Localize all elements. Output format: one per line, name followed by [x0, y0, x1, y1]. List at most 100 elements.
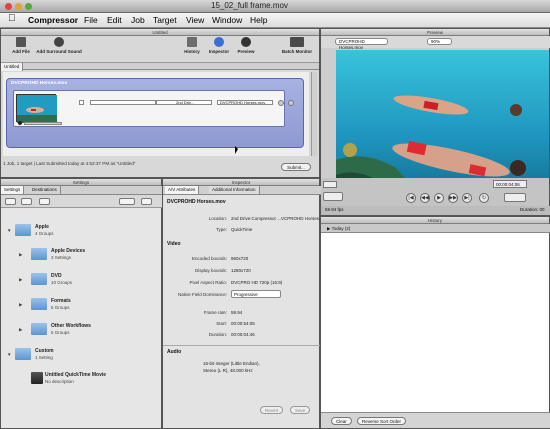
preview-button[interactable]: Preview — [230, 37, 262, 61]
encoded-bounds-value: 960x720 — [231, 256, 249, 261]
next-frame-icon[interactable]: ▶▶ — [448, 193, 458, 203]
field-dominance-select[interactable]: Progressive — [231, 290, 281, 298]
target-checkbox[interactable] — [79, 100, 84, 105]
target-row[interactable]: 2nd Driv... DVCPROHD Horses.mov — [13, 90, 294, 127]
menu-job[interactable]: Job — [131, 15, 145, 25]
loop-icon[interactable]: ↻ — [479, 193, 489, 203]
tab-untitled[interactable]: Untitled — [1, 63, 24, 71]
target-setting[interactable]: DVCPROHD Horses.mov — [217, 100, 273, 105]
reverse-sort-order-button[interactable]: Reverse Sort Order — [357, 417, 407, 425]
clear-button[interactable]: Clear — [331, 417, 352, 425]
field-dominance-label: Native Field Dominance: — [177, 292, 227, 297]
batch-monitor-button[interactable]: Batch Monitor — [277, 37, 317, 61]
type-label: Type: — [215, 227, 227, 232]
menu-help[interactable]: Help — [250, 15, 267, 25]
history-group-label: Today (2) — [331, 226, 351, 231]
group-count: 1 Setting — [35, 355, 53, 360]
divider — [163, 345, 321, 346]
apple-menu-icon[interactable]:  — [8, 13, 16, 24]
location-label: Location: — [208, 216, 227, 221]
add-setting-icon[interactable] — [5, 198, 16, 205]
batch-monitor-icon — [290, 37, 304, 47]
out-point-timecode[interactable]: 00:00:04:06 — [493, 180, 527, 188]
go-to-end-icon[interactable]: ▶| — [462, 193, 472, 203]
settings-group-custom[interactable]: ▼ Custom 1 Setting — [7, 345, 157, 367]
settings-group-apple-devices[interactable]: ▶ Apple Devices 3 Settings — [19, 245, 169, 267]
inspector-window-title: Inspector — [163, 179, 319, 186]
location-value: 2nd Drive:Compressor ...VCPROHD Horses.m… — [231, 216, 329, 221]
disclosure-closed-icon[interactable]: ▶ — [19, 327, 22, 333]
menu-window[interactable]: Window — [212, 15, 242, 25]
menu-edit[interactable]: Edit — [107, 15, 122, 25]
folder-icon — [31, 323, 47, 335]
menu-file[interactable]: File — [84, 15, 98, 25]
remove-setting-icon[interactable] — [39, 198, 50, 205]
history-label: History — [184, 49, 200, 54]
settings-group-formats[interactable]: ▶ Formats 5 Groups — [19, 295, 169, 317]
batch-window-title: Untitled — [1, 29, 319, 36]
disclosure-open-icon[interactable]: ▼ — [7, 352, 11, 357]
target-add-icon[interactable] — [288, 100, 294, 106]
video-section-heading: Video — [167, 241, 181, 247]
preview-zoom-select[interactable]: 90% — [427, 38, 452, 45]
play-icon[interactable]: ▶ — [434, 193, 444, 203]
display-bounds-value: 1280x720 — [231, 268, 251, 273]
mouse-cursor-icon — [235, 146, 238, 154]
mark-out-button[interactable] — [504, 193, 526, 202]
disclosure-closed-icon[interactable]: ▶ — [19, 252, 22, 258]
setting-action-menu-icon[interactable] — [141, 198, 152, 205]
save-button[interactable]: Save — [290, 406, 311, 414]
job-name: DVCPROHD Horses.mov — [11, 81, 68, 86]
in-point-field[interactable] — [323, 181, 337, 188]
type-value: QuickTime — [231, 227, 253, 232]
duplicate-setting-icon[interactable] — [21, 198, 32, 205]
inspector-file-name: DVCPROHD Horses.mov — [167, 199, 226, 205]
apply-setting-icon[interactable] — [119, 198, 135, 205]
menu-view[interactable]: View — [186, 15, 204, 25]
close-window-button[interactable] — [5, 3, 12, 10]
disclosure-closed-icon[interactable]: ▶ — [19, 302, 22, 308]
submit-button[interactable]: Submit... — [281, 163, 311, 171]
inspector-window: Inspector A/V Attributes Additional Info… — [162, 178, 329, 429]
settings-group-dvd[interactable]: ▶ DVD 10 Groups — [19, 270, 169, 292]
tab-settings[interactable]: Settings — [1, 186, 25, 194]
menu-app-compressor[interactable]: Compressor — [28, 15, 78, 25]
window-titlebar: 15_02_full frame.mov — [0, 0, 550, 13]
mark-in-button[interactable] — [323, 192, 343, 201]
minimize-window-button[interactable] — [15, 3, 22, 10]
disclosure-closed-icon[interactable]: ▶ — [19, 277, 22, 283]
job-thumbnail — [16, 94, 57, 123]
audio-section-heading: Audio — [167, 349, 182, 355]
frame-rate-value: 59.94 — [231, 310, 243, 315]
group-count: 10 Groups — [51, 280, 73, 285]
target-remove-icon[interactable] — [278, 100, 284, 106]
setting-name: Untitled QuickTime Movie — [45, 372, 107, 378]
history-group-today[interactable]: ▶ Today (2) — [321, 224, 550, 233]
group-count: 4 Groups — [35, 231, 54, 236]
settings-group-other-workflows[interactable]: ▶ Other Workflows 5 Groups — [19, 320, 169, 342]
settings-group-apple[interactable]: ▼ Apple 4 Groups — [7, 221, 157, 243]
group-name: Apple — [35, 224, 49, 230]
tab-destinations[interactable]: Destinations — [29, 186, 61, 194]
batch-status: 1 Job, 1 target | Last Submitted today a… — [3, 161, 136, 166]
disclosure-open-icon[interactable]: ▼ — [7, 228, 11, 233]
group-name: Formats — [51, 298, 71, 304]
revert-button[interactable]: Revert — [260, 406, 284, 414]
add-surround-sound-button[interactable]: Add Surround Sound — [31, 37, 87, 61]
preview-source-select[interactable]: DVCPROHD Horses.mov — [335, 38, 388, 50]
zoom-window-button[interactable] — [25, 3, 32, 10]
previous-frame-icon[interactable]: ◀◀ — [420, 193, 430, 203]
setting-untitled-quicktime[interactable]: Untitled QuickTime Movie No description — [19, 369, 169, 391]
tab-av-attributes[interactable]: A/V Attributes — [165, 186, 200, 194]
pixel-aspect-label: Pixel Aspect Ratio: — [189, 280, 227, 285]
go-to-start-icon[interactable]: |◀ — [406, 193, 416, 203]
preview-toolbar: DVCPROHD Horses.mov 90% — [321, 36, 550, 50]
settings-toolbar — [1, 195, 163, 208]
menu-target[interactable]: Target — [153, 15, 177, 25]
target-info-icon[interactable] — [18, 121, 22, 125]
batch-scrollbar[interactable] — [311, 72, 317, 156]
job-container[interactable]: DVCPROHD Horses.mov 2nd Driv... DVCPROHD… — [6, 78, 304, 148]
target-destination[interactable]: 2nd Driv... — [156, 100, 212, 105]
encoded-bounds-label: Encoded bounds: — [191, 256, 227, 261]
tab-additional-information[interactable]: Additional Information — [209, 186, 260, 194]
